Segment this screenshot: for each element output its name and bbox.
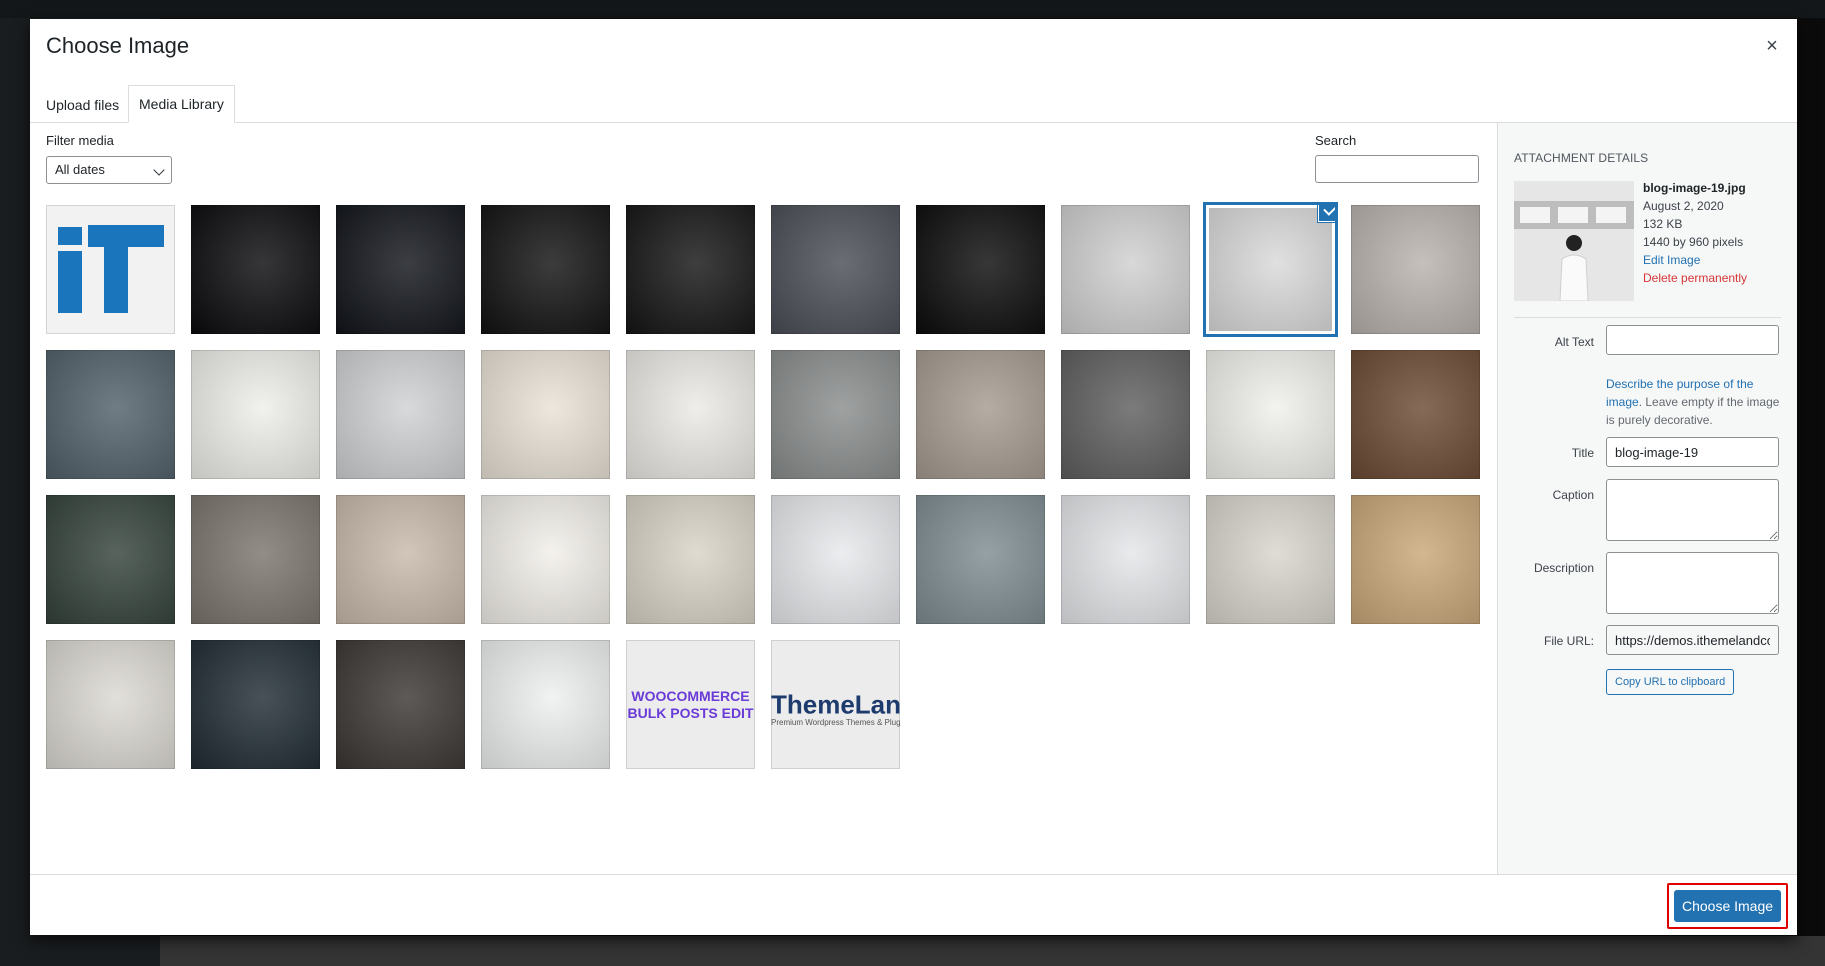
selected-check-icon[interactable] (1319, 205, 1335, 221)
media-thumbnail-forest-hat[interactable] (46, 495, 175, 624)
media-thumbnail-street-couple[interactable] (191, 495, 320, 624)
media-thumbnail-dark-apple[interactable] (191, 205, 320, 334)
file-url-label: File URL: (1543, 634, 1594, 648)
media-thumbnail-logo-it[interactable] (46, 205, 175, 334)
media-thumbnail-woman-train[interactable] (1206, 205, 1335, 334)
themeland-tagline: Premium Wordpress Themes & Plugins (771, 718, 900, 727)
title-field[interactable] (1606, 437, 1779, 467)
media-router-tabs: Upload files Media Library (30, 68, 1797, 123)
media-thumbnail-avocado-food[interactable] (1206, 495, 1335, 624)
search-input[interactable] (1315, 155, 1479, 183)
alt-text-label: Alt Text (1554, 335, 1594, 349)
media-thumbnail-couple-wedding[interactable] (916, 350, 1045, 479)
attachments-grid: WOOCOMMERCEBULK POSTS EDIT ThemeLandPremi… (46, 205, 1496, 769)
attachment-filename: blog-image-19.jpg (1643, 181, 1746, 195)
media-thumbnail-winter-girl[interactable] (1351, 205, 1480, 334)
date-filter-select[interactable]: All dates (46, 156, 172, 184)
chevron-down-icon (153, 164, 165, 176)
media-thumbnail-headphones[interactable] (481, 205, 610, 334)
filter-media-label: Filter media (46, 133, 114, 148)
preview-image (1514, 181, 1634, 301)
media-thumbnail-woman-necklace[interactable] (1061, 205, 1190, 334)
woo-banner-line-1: WOOCOMMERCE (631, 687, 750, 704)
delete-permanently-link[interactable]: Delete permanently (1643, 269, 1747, 287)
media-thumbnail-phone-dark[interactable] (336, 205, 465, 334)
woo-banner-line-2: BULK POSTS EDIT (627, 704, 754, 721)
details-divider (1514, 317, 1781, 318)
media-toolbar: Choose Image (30, 874, 1797, 935)
attachment-details-heading: ATTACHMENT DETAILS (1514, 151, 1649, 165)
media-thumbnail-hood-mask[interactable] (1061, 350, 1190, 479)
description-field[interactable] (1606, 552, 1779, 614)
title-label: Title (1571, 446, 1594, 460)
attachment-preview-thumbnail (1514, 181, 1634, 301)
media-thumbnail-themeland[interactable]: ThemeLandPremium Wordpress Themes & Plug… (771, 640, 900, 769)
media-thumbnail-phone-white[interactable] (626, 205, 755, 334)
attachment-date: August 2, 2020 (1643, 199, 1724, 213)
admin-bar-backdrop (0, 0, 1825, 18)
page-footer-backdrop (160, 936, 1825, 966)
tab-upload-files[interactable]: Upload files (36, 87, 129, 123)
description-label: Description (1533, 561, 1594, 575)
media-modal: Choose Image × Upload files Media Librar… (30, 19, 1797, 935)
alt-text-help: Describe the purpose of the image. Leave… (1606, 375, 1782, 429)
themeland-logo-text: ThemeLand (771, 689, 900, 719)
file-url-field[interactable] (1606, 625, 1779, 655)
copy-url-button[interactable]: Copy URL to clipboard (1606, 669, 1735, 695)
attachments-browser: Filter media All dates Search WOOCOMMERC… (30, 123, 1497, 893)
media-thumbnail-laptop-top-2[interactable] (1061, 495, 1190, 624)
alt-text-field[interactable] (1606, 325, 1779, 355)
media-thumbnail-cake-blueberries[interactable] (191, 350, 320, 479)
edit-image-link[interactable]: Edit Image (1643, 251, 1747, 269)
date-filter-value: All dates (55, 162, 105, 177)
tab-media-library[interactable]: Media Library (128, 85, 235, 123)
media-thumbnail-salad-flowers[interactable] (481, 640, 610, 769)
media-thumbnail-snow-mountain[interactable] (336, 350, 465, 479)
caption-label: Caption (1552, 488, 1594, 502)
caption-field[interactable] (1606, 479, 1779, 541)
media-thumbnail-cookies-flowers[interactable] (191, 640, 320, 769)
media-thumbnail-sushi-soup[interactable] (336, 640, 465, 769)
modal-title: Choose Image (46, 33, 190, 58)
choose-image-button[interactable]: Choose Image (1674, 890, 1781, 922)
woo-banner-text: WOOCOMMERCE BULK POSTS EDIT (626, 688, 755, 722)
media-thumbnail-wood-table[interactable] (1351, 350, 1480, 479)
media-thumbnail-curly-girl[interactable] (481, 495, 610, 624)
media-thumbnail-speaker[interactable] (916, 205, 1045, 334)
attachment-dimensions: 1440 by 960 pixels (1643, 235, 1744, 249)
media-thumbnail-knife-pepper[interactable] (46, 640, 175, 769)
attachment-details-sidebar: ATTACHMENT DETAILS blog-image-19.jpg Aug… (1497, 123, 1797, 893)
media-thumbnail-flower-crown-couple[interactable] (336, 495, 465, 624)
media-thumbnail-lake-boat[interactable] (916, 495, 1045, 624)
it-logo-icon (58, 225, 164, 313)
media-thumbnail-woo-banner[interactable]: WOOCOMMERCE BULK POSTS EDIT (626, 640, 755, 769)
media-thumbnail-plant-leaf[interactable] (1206, 350, 1335, 479)
media-thumbnail-smartwatch[interactable] (771, 205, 900, 334)
attachment-filesize: 132 KB (1643, 217, 1683, 231)
media-thumbnail-popcorn[interactable] (626, 350, 755, 479)
search-label: Search (1315, 133, 1357, 148)
media-thumbnail-flowers-bouquet[interactable] (481, 350, 610, 479)
media-thumbnail-noodles[interactable] (1351, 495, 1480, 624)
media-thumbnail-laptop-top[interactable] (771, 495, 900, 624)
media-thumbnail-foggy-mountains[interactable] (771, 350, 900, 479)
media-thumbnail-beach-bride[interactable] (626, 495, 755, 624)
media-thumbnail-dogs-van[interactable] (46, 350, 175, 479)
close-icon[interactable]: × (1757, 31, 1787, 61)
attachment-info: blog-image-19.jpg August 2, 2020 132 KB … (1643, 179, 1747, 287)
